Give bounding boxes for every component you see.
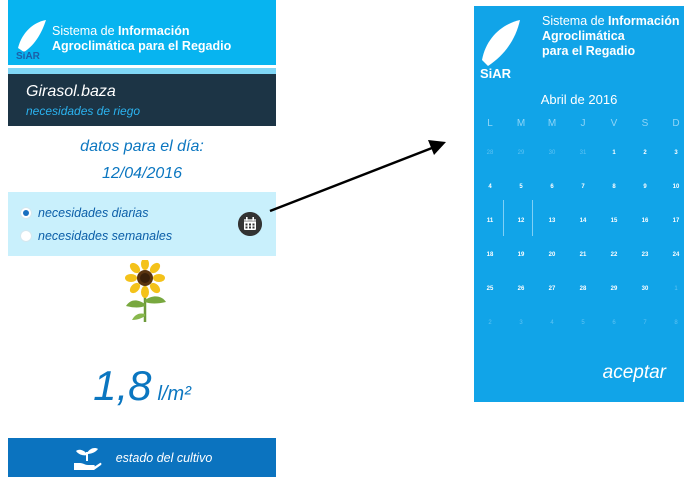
weekday-header: S: [641, 118, 649, 129]
radio-unselected[interactable]: [20, 230, 32, 242]
siar-logo: SiAR: [16, 20, 46, 60]
option-weekly-needs[interactable]: necesidades semanales: [20, 227, 172, 245]
calendar-day[interactable]: 9: [630, 184, 660, 190]
calendar-day[interactable]: 11: [475, 218, 505, 224]
calendar-day[interactable]: 28: [568, 286, 598, 292]
needs-options-panel: necesidades diarias necesidades semanale…: [8, 192, 276, 256]
calendar-day[interactable]: 23: [630, 252, 660, 258]
calendar-day[interactable]: 26: [506, 286, 536, 292]
calendar-day[interactable]: 30: [537, 150, 567, 156]
calendar-day[interactable]: 29: [506, 150, 536, 156]
brand-title: Sistema de Información Agroclimática par…: [542, 14, 680, 58]
weekday-header: V: [610, 118, 618, 129]
calendar-day[interactable]: 6: [537, 184, 567, 190]
crop-name: Girasol.baza: [26, 83, 116, 100]
calendar-day[interactable]: 7: [630, 320, 660, 326]
calendar-day[interactable]: 15: [599, 218, 629, 224]
option-label: necesidades semanales: [38, 229, 173, 243]
calendar-day[interactable]: 28: [475, 150, 505, 156]
calendar-day[interactable]: 1: [599, 150, 629, 156]
calendar-day[interactable]: 22: [599, 252, 629, 258]
calendar-day[interactable]: 20: [537, 252, 567, 258]
calendar-day[interactable]: 6: [599, 320, 629, 326]
value-number: 1,8: [93, 362, 152, 409]
weekday-header: J: [580, 118, 586, 129]
date-picker-screen: SiAR Sistema de Información Agroclimátic…: [474, 6, 684, 402]
calendar-day[interactable]: 17: [661, 218, 684, 224]
calendar-day[interactable]: 3: [506, 320, 536, 326]
calendar-day[interactable]: 24: [661, 252, 684, 258]
calendar-day[interactable]: 8: [599, 184, 629, 190]
date-label: datos para el día:: [80, 138, 204, 155]
calendar-day[interactable]: 18: [475, 252, 505, 258]
calendar-day[interactable]: 16: [630, 218, 660, 224]
calendar-day[interactable]: 19: [506, 252, 536, 258]
calendar-day[interactable]: 2: [475, 320, 505, 326]
date-value[interactable]: 12/04/2016: [8, 165, 276, 183]
svg-text:SiAR: SiAR: [480, 66, 512, 80]
calendar-day[interactable]: 14: [568, 218, 598, 224]
calendar-day[interactable]: 21: [568, 252, 598, 258]
option-daily-needs[interactable]: necesidades diarias: [20, 204, 149, 222]
calendar-day[interactable]: 4: [537, 320, 567, 326]
weekday-header: M: [547, 118, 557, 129]
weekday-header: L: [487, 118, 493, 129]
calendar-day[interactable]: 3: [661, 150, 684, 156]
accept-button[interactable]: aceptar: [603, 362, 666, 384]
calendar-day[interactable]: 4: [475, 184, 505, 190]
svg-text:SiAR: SiAR: [16, 51, 41, 60]
calendar-month-title: Abril de 2016: [540, 92, 618, 107]
siar-logo: SiAR: [480, 20, 520, 80]
irrigation-need-value: 1,8 l/m²: [8, 362, 276, 410]
calendar-day[interactable]: 1: [661, 286, 684, 292]
crop-subtitle: necesidades de riego: [26, 104, 141, 118]
selected-day-highlight: [503, 200, 533, 236]
calendar-icon[interactable]: [238, 212, 262, 236]
calendar-day[interactable]: 10: [661, 184, 684, 190]
value-unit: l/m²: [157, 383, 191, 405]
sunflower-image: [125, 260, 166, 322]
weekday-header: D: [672, 118, 680, 129]
calendar-day[interactable]: 25: [475, 286, 505, 292]
calendar-day[interactable]: 30: [630, 286, 660, 292]
option-label: necesidades diarias: [38, 206, 149, 220]
calendar-day[interactable]: 8: [661, 320, 684, 326]
crop-detail-screen: SiAR Sistema de Información Agroclimátic…: [8, 0, 276, 477]
brand-title: Sistema de Información Agroclimática par…: [52, 24, 232, 53]
calendar-day[interactable]: 29: [599, 286, 629, 292]
crop-status-label: estado del cultivo: [115, 450, 213, 465]
calendar-day[interactable]: 13: [537, 218, 567, 224]
calendar-day[interactable]: 5: [506, 184, 536, 190]
calendar-day[interactable]: 31: [568, 150, 598, 156]
calendar-day[interactable]: 2: [630, 150, 660, 156]
calendar-day[interactable]: 27: [537, 286, 567, 292]
calendar-day[interactable]: 7: [568, 184, 598, 190]
crop-title-bar: Girasol.baza necesidades de riego: [8, 74, 276, 126]
calendar-day[interactable]: 5: [568, 320, 598, 326]
crop-status-button[interactable]: estado del cultivo: [8, 438, 276, 477]
weekday-header: M: [516, 118, 526, 129]
radio-selected[interactable]: [20, 207, 32, 219]
seedling-hand-icon: [73, 447, 102, 470]
app-header: SiAR Sistema de Información Agroclimátic…: [8, 0, 276, 68]
